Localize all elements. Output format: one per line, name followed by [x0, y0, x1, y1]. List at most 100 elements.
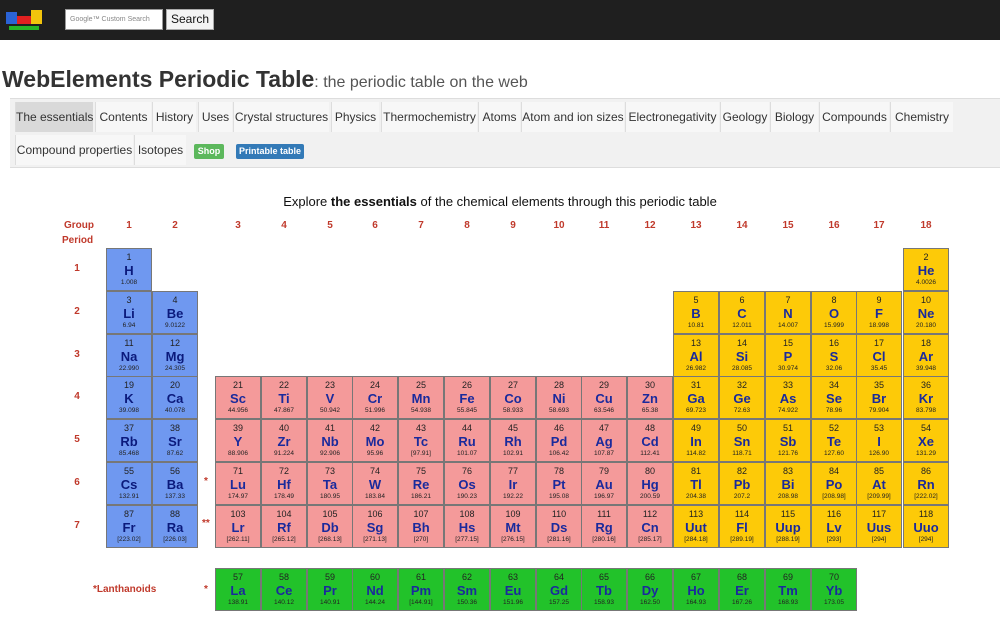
- element-cell-sr[interactable]: 38 Sr 87.62: [152, 419, 198, 462]
- element-cell-te[interactable]: 52 Te 127.60: [811, 419, 857, 462]
- element-cell-sn[interactable]: 50 Sn 118.71: [719, 419, 765, 462]
- tab-crystal-structures[interactable]: Crystal structures: [233, 102, 329, 132]
- shop-button[interactable]: Shop: [194, 144, 224, 159]
- element-cell-nb[interactable]: 41 Nb 92.906: [307, 419, 353, 462]
- tab-contents[interactable]: Contents: [95, 102, 151, 132]
- tab-uses[interactable]: Uses: [198, 102, 232, 132]
- tab-chemistry[interactable]: Chemistry: [890, 102, 953, 132]
- element-cell-ce[interactable]: 58 Ce 140.12: [261, 568, 307, 611]
- element-cell-bh[interactable]: 107 Bh [270]: [398, 505, 444, 548]
- element-cell-yb[interactable]: 70 Yb 173.05: [811, 568, 857, 611]
- element-cell-re[interactable]: 75 Re 186.21: [398, 462, 444, 505]
- element-cell-er[interactable]: 68 Er 167.26: [719, 568, 765, 611]
- element-cell-h[interactable]: 1 H 1.008: [106, 248, 152, 291]
- element-cell-pt[interactable]: 78 Pt 195.08: [536, 462, 582, 505]
- element-cell-s[interactable]: 16 S 32.06: [811, 334, 857, 377]
- element-cell-ru[interactable]: 44 Ru 101.07: [444, 419, 490, 462]
- element-cell-os[interactable]: 76 Os 190.23: [444, 462, 490, 505]
- element-cell-db[interactable]: 105 Db [268.13]: [307, 505, 353, 548]
- element-cell-nd[interactable]: 60 Nd 144.24: [352, 568, 398, 611]
- element-cell-mg[interactable]: 12 Mg 24.305: [152, 334, 198, 377]
- element-cell-br[interactable]: 35 Br 79.904: [856, 376, 902, 419]
- element-cell-se[interactable]: 34 Se 78.96: [811, 376, 857, 419]
- element-cell-sc[interactable]: 21 Sc 44.956: [215, 376, 261, 419]
- element-cell-ar[interactable]: 18 Ar 39.948: [903, 334, 949, 377]
- element-cell-ni[interactable]: 28 Ni 58.693: [536, 376, 582, 419]
- search-input[interactable]: Google™ Custom Search: [65, 9, 163, 30]
- tab-biology[interactable]: Biology: [770, 102, 818, 132]
- element-cell-tc[interactable]: 43 Tc [97.91]: [398, 419, 444, 462]
- element-cell-rh[interactable]: 45 Rh 102.91: [490, 419, 536, 462]
- element-cell-lr[interactable]: 103 Lr [262.11]: [215, 505, 261, 548]
- element-cell-cl[interactable]: 17 Cl 35.45: [856, 334, 902, 377]
- element-cell-pd[interactable]: 46 Pd 106.42: [536, 419, 582, 462]
- element-cell-v[interactable]: 23 V 50.942: [307, 376, 353, 419]
- tab-atom-and-ion-sizes[interactable]: Atom and ion sizes: [521, 102, 624, 132]
- element-cell-ca[interactable]: 20 Ca 40.078: [152, 376, 198, 419]
- element-cell-fl[interactable]: 114 Fl [289.19]: [719, 505, 765, 548]
- element-cell-hf[interactable]: 72 Hf 178.49: [261, 462, 307, 505]
- element-cell-dy[interactable]: 66 Dy 162.50: [627, 568, 673, 611]
- element-cell-cn[interactable]: 112 Cn [285.17]: [627, 505, 673, 548]
- element-cell-cu[interactable]: 29 Cu 63.546: [581, 376, 627, 419]
- search-button[interactable]: Search: [166, 9, 214, 30]
- element-cell-ge[interactable]: 32 Ge 72.63: [719, 376, 765, 419]
- element-cell-cr[interactable]: 24 Cr 51.996: [352, 376, 398, 419]
- element-cell-zn[interactable]: 30 Zn 65.38: [627, 376, 673, 419]
- tab-compounds[interactable]: Compounds: [819, 102, 889, 132]
- element-cell-la[interactable]: 57 La 138.91: [215, 568, 261, 611]
- tab-thermochemistry[interactable]: Thermochemistry: [381, 102, 477, 132]
- element-cell-kr[interactable]: 36 Kr 83.798: [903, 376, 949, 419]
- element-cell-be[interactable]: 4 Be 9.0122: [152, 291, 198, 334]
- tab-the-essentials[interactable]: The essentials: [15, 102, 93, 132]
- element-cell-ir[interactable]: 77 Ir 192.22: [490, 462, 536, 505]
- element-cell-ra[interactable]: 88 Ra [226.03]: [152, 505, 198, 548]
- element-cell-ti[interactable]: 22 Ti 47.867: [261, 376, 307, 419]
- element-cell-at[interactable]: 85 At [209.99]: [856, 462, 902, 505]
- element-cell-hg[interactable]: 80 Hg 200.59: [627, 462, 673, 505]
- tab-electronegativity[interactable]: Electronegativity: [625, 102, 719, 132]
- element-cell-y[interactable]: 39 Y 88.906: [215, 419, 261, 462]
- element-cell-zr[interactable]: 40 Zr 91.224: [261, 419, 307, 462]
- element-cell-ag[interactable]: 47 Ag 107.87: [581, 419, 627, 462]
- element-cell-mt[interactable]: 109 Mt [276.15]: [490, 505, 536, 548]
- element-cell-li[interactable]: 3 Li 6.94: [106, 291, 152, 334]
- element-cell-sg[interactable]: 106 Sg [271.13]: [352, 505, 398, 548]
- element-cell-lv[interactable]: 116 Lv [293]: [811, 505, 857, 548]
- element-cell-tl[interactable]: 81 Tl 204.38: [673, 462, 719, 505]
- element-cell-k[interactable]: 19 K 39.098: [106, 376, 152, 419]
- element-cell-cs[interactable]: 55 Cs 132.91: [106, 462, 152, 505]
- element-cell-rb[interactable]: 37 Rb 85.468: [106, 419, 152, 462]
- tab-compound-properties[interactable]: Compound properties: [15, 135, 133, 165]
- tab-physics[interactable]: Physics: [331, 102, 379, 132]
- element-cell-in[interactable]: 49 In 114.82: [673, 419, 719, 462]
- element-cell-bi[interactable]: 83 Bi 208.98: [765, 462, 811, 505]
- element-cell-i[interactable]: 53 I 126.90: [856, 419, 902, 462]
- element-cell-rg[interactable]: 111 Rg [280.16]: [581, 505, 627, 548]
- element-cell-uut[interactable]: 113 Uut [284.18]: [673, 505, 719, 548]
- element-cell-tb[interactable]: 65 Tb 158.93: [581, 568, 627, 611]
- element-cell-rf[interactable]: 104 Rf [265.12]: [261, 505, 307, 548]
- element-cell-fe[interactable]: 26 Fe 55.845: [444, 376, 490, 419]
- element-cell-ne[interactable]: 10 Ne 20.180: [903, 291, 949, 334]
- element-cell-hs[interactable]: 108 Hs [277.15]: [444, 505, 490, 548]
- element-cell-ba[interactable]: 56 Ba 137.33: [152, 462, 198, 505]
- webelements-logo[interactable]: [6, 8, 42, 32]
- element-cell-uuo[interactable]: 118 Uuo [294]: [903, 505, 949, 548]
- element-cell-o[interactable]: 8 O 15.999: [811, 291, 857, 334]
- element-cell-gd[interactable]: 64 Gd 157.25: [536, 568, 582, 611]
- element-cell-ta[interactable]: 73 Ta 180.95: [307, 462, 353, 505]
- element-cell-pm[interactable]: 61 Pm [144.91]: [398, 568, 444, 611]
- element-cell-co[interactable]: 27 Co 58.933: [490, 376, 536, 419]
- element-cell-fr[interactable]: 87 Fr [223.02]: [106, 505, 152, 548]
- tab-history[interactable]: History: [152, 102, 196, 132]
- element-cell-f[interactable]: 9 F 18.998: [856, 291, 902, 334]
- element-cell-c[interactable]: 6 C 12.011: [719, 291, 765, 334]
- element-cell-tm[interactable]: 69 Tm 168.93: [765, 568, 811, 611]
- element-cell-pb[interactable]: 82 Pb 207.2: [719, 462, 765, 505]
- element-cell-he[interactable]: 2 He 4.0026: [903, 248, 949, 291]
- element-cell-xe[interactable]: 54 Xe 131.29: [903, 419, 949, 462]
- element-cell-sb[interactable]: 51 Sb 121.76: [765, 419, 811, 462]
- element-cell-na[interactable]: 11 Na 22.990: [106, 334, 152, 377]
- element-cell-ho[interactable]: 67 Ho 164.93: [673, 568, 719, 611]
